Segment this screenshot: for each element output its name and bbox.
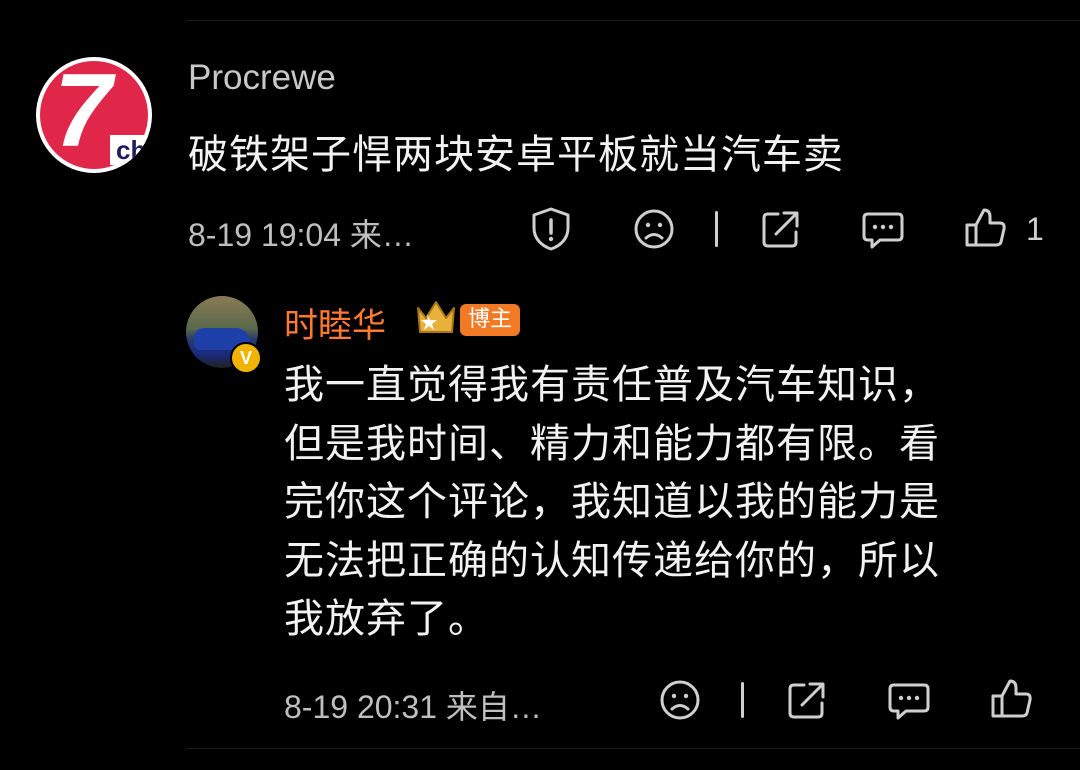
like-count: 1	[1026, 211, 1044, 247]
reply-author[interactable]: 时睦华	[284, 298, 386, 347]
reply-text-line: 我放弃了。	[284, 596, 489, 642]
crown-icon	[417, 301, 455, 333]
verified-badge: V	[230, 342, 262, 374]
reply-text-line: 无法把正确的认知传递给你的，所以	[284, 537, 940, 584]
report-icon[interactable]	[528, 206, 574, 252]
blogger-badge: 博主	[460, 304, 521, 336]
top-divider	[186, 20, 1080, 21]
user-avatar[interactable]: 7 ch	[36, 57, 152, 173]
share-icon[interactable]	[784, 677, 830, 723]
reply-text-line: 但是我时间、精力和能力都有限。看	[284, 420, 940, 467]
comment-meta: 8-19 19:04 来…	[188, 217, 414, 253]
action-divider	[741, 682, 744, 718]
comment-icon[interactable]	[860, 206, 906, 252]
like-icon[interactable]	[988, 676, 1034, 722]
dislike-face-icon[interactable]	[658, 678, 702, 722]
reply-text: 我一直觉得我有责任普及汽车知识， 但是我时间、精力和能力都有限。看 完你这个评论…	[284, 356, 1024, 649]
avatar-logo-subtext: ch	[110, 135, 152, 165]
comment-icon[interactable]	[886, 677, 932, 723]
dislike-face-icon[interactable]	[632, 207, 676, 251]
like-icon[interactable]	[962, 205, 1008, 251]
action-divider	[715, 211, 718, 247]
reply-meta: 8-19 20:31 来自…	[284, 689, 542, 725]
reply-text-line: 我一直觉得我有责任普及汽车知识，	[284, 362, 940, 408]
share-icon[interactable]	[758, 206, 804, 252]
reply-text-line: 完你这个评论，我知道以我的能力是	[284, 479, 940, 525]
comment-text: 破铁架子悍两块安卓平板就当汽车卖	[188, 132, 844, 178]
bottom-divider	[186, 748, 1080, 749]
comment-author[interactable]: Procrewe	[188, 58, 336, 98]
